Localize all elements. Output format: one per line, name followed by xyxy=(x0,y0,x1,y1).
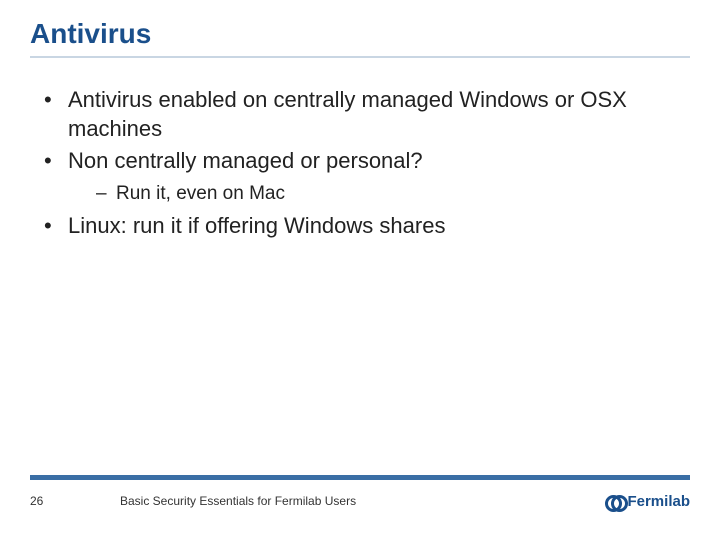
fermilab-logo-icon xyxy=(605,492,623,510)
bullet-list: Antivirus enabled on centrally managed W… xyxy=(30,86,690,241)
title-divider xyxy=(30,56,690,58)
logo: Fermilab xyxy=(605,492,690,510)
slide-title: Antivirus xyxy=(30,18,690,50)
page-number: 26 xyxy=(30,494,120,508)
slide-content: Antivirus enabled on centrally managed W… xyxy=(30,86,690,241)
bullet-item: Non centrally managed or personal? Run i… xyxy=(44,147,690,206)
sub-bullet-item: Run it, even on Mac xyxy=(96,182,690,207)
bullet-item: Antivirus enabled on centrally managed W… xyxy=(44,86,690,143)
bullet-text: Antivirus enabled on centrally managed W… xyxy=(68,87,627,141)
bullet-item: Linux: run it if offering Windows shares xyxy=(44,212,690,241)
footer-divider xyxy=(30,475,690,480)
sub-bullet-list: Run it, even on Mac xyxy=(68,182,690,207)
bullet-text: Linux: run it if offering Windows shares xyxy=(68,213,445,238)
footer-row: 26 Basic Security Essentials for Fermila… xyxy=(0,492,720,510)
bullet-text: Non centrally managed or personal? xyxy=(68,148,423,173)
footer: 26 Basic Security Essentials for Fermila… xyxy=(0,475,720,510)
footer-title: Basic Security Essentials for Fermilab U… xyxy=(120,494,605,508)
logo-text: Fermilab xyxy=(627,493,690,510)
slide: Antivirus Antivirus enabled on centrally… xyxy=(0,0,720,540)
sub-bullet-text: Run it, even on Mac xyxy=(116,183,285,204)
